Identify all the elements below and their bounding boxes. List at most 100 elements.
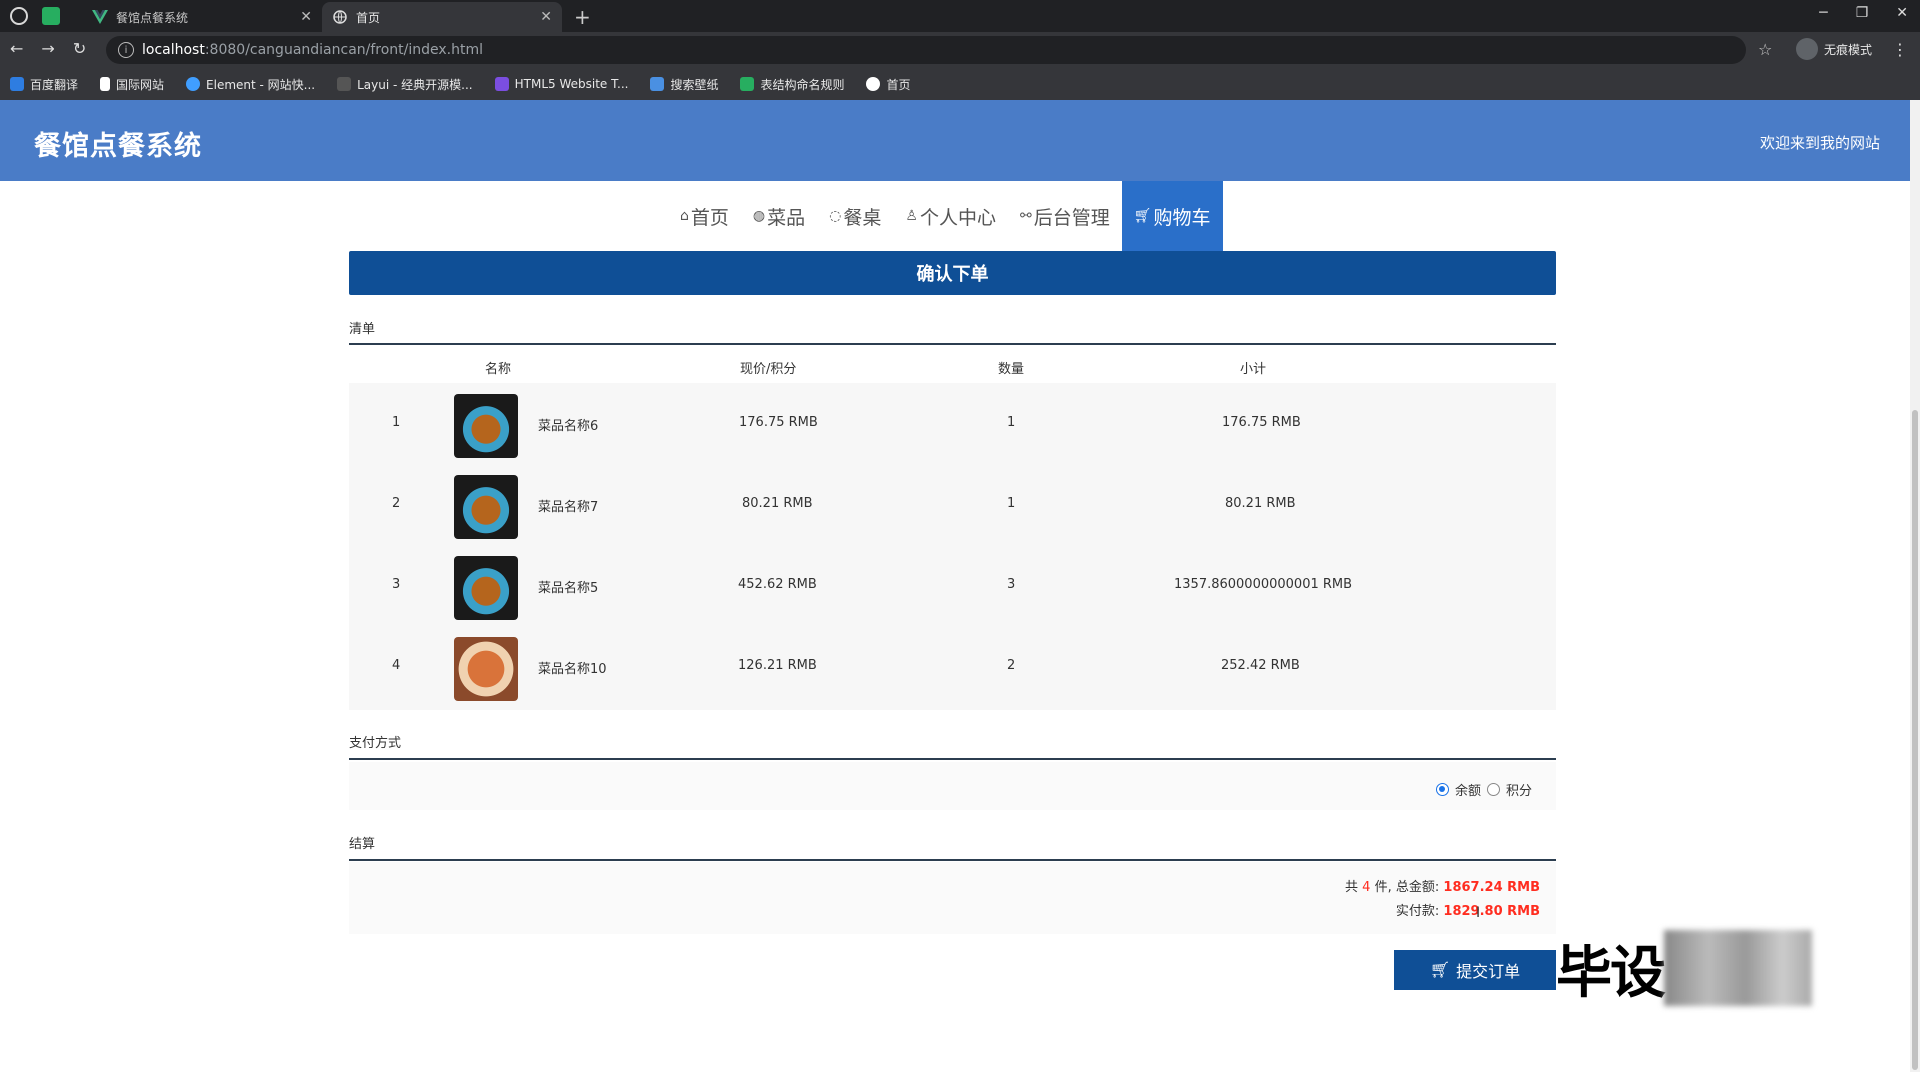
nav-item-tables[interactable]: ◌ 餐桌: [817, 181, 893, 251]
close-window-icon[interactable]: ✕: [1896, 5, 1908, 21]
browser-tab[interactable]: 餐馆点餐系统 ✕: [82, 2, 322, 32]
user-icon: ♙: [905, 208, 918, 224]
restore-icon[interactable]: ❐: [1856, 5, 1869, 21]
text-cursor-icon: I: [1476, 905, 1481, 921]
bookmark-item[interactable]: Element - 网站快...: [186, 76, 315, 93]
nav-item-dishes[interactable]: ◍ 菜品: [741, 181, 817, 251]
nav-label: 首页: [690, 206, 729, 229]
browser-tab-title: 首页: [356, 10, 381, 25]
dish-qty: 3: [1007, 577, 1016, 592]
globe-icon[interactable]: [10, 7, 28, 25]
nav-buttons: ← → ↻: [10, 39, 86, 58]
payment-radio-balance[interactable]: [1435, 783, 1449, 796]
paid-amount: 1829.80 RMB: [1443, 904, 1540, 919]
cart-icon: 🛒︎: [1429, 962, 1451, 979]
browser-menu-icon[interactable]: ⋮: [1892, 40, 1908, 59]
main-nav: ⌂ 首页 ◍ 菜品 ◌ 餐桌 ♙ 个人中心 ⚯ 后台管理 🛒︎ 购物车: [668, 181, 1223, 251]
nav-label: 个人中心: [919, 206, 996, 229]
browser-tab-title: 餐馆点餐系统: [116, 10, 189, 25]
table-icon: ◌: [829, 208, 842, 224]
incognito-indicator[interactable]: 无痕模式: [1796, 38, 1872, 60]
element-icon: [186, 77, 201, 91]
bookmark-item[interactable]: HTML5 Website T...: [494, 77, 629, 91]
link-icon: ⚯: [1019, 208, 1032, 224]
count-unit: 件,: [1374, 880, 1392, 895]
dish-qty: 1: [1007, 415, 1016, 430]
sheet-icon: [740, 77, 755, 91]
bookmark-item[interactable]: 搜索壁纸: [650, 76, 718, 93]
row-index: 3: [392, 577, 401, 592]
welcome-text: 欢迎来到我的网站: [1759, 134, 1880, 152]
bookmark-item[interactable]: 百度翻译: [10, 76, 78, 93]
dish-thumbnail: [454, 394, 518, 458]
order-table: 1 菜品名称6 176.75 RMB 1 176.75 RMB 2 菜品名称7 …: [349, 383, 1556, 710]
nav-item-profile[interactable]: ♙ 个人中心: [893, 181, 1008, 251]
confirm-order-title: 确认下单: [349, 251, 1556, 295]
watermark: 毕设: [1556, 930, 1816, 1006]
bookmark-label: 百度翻译: [30, 77, 79, 92]
dish-price: 176.75 RMB: [739, 415, 818, 430]
bookmark-star-icon[interactable]: ☆: [1758, 40, 1772, 59]
bookmark-label: 搜索壁纸: [670, 77, 719, 92]
dish-qty: 2: [1007, 658, 1016, 673]
table-row: 1 菜品名称6 176.75 RMB 1 176.75 RMB: [349, 383, 1556, 464]
column-header: 名称: [485, 362, 512, 377]
payment-radio-points[interactable]: [1486, 783, 1500, 796]
globe-icon: [332, 9, 348, 25]
submit-label: 提交订单: [1456, 964, 1521, 981]
scrollbar-thumb[interactable]: [1912, 410, 1918, 1070]
bookmark-label: HTML5 Website T...: [514, 77, 629, 91]
nav-item-home[interactable]: ⌂ 首页: [668, 181, 741, 251]
dish-name: 菜品名称6: [538, 419, 599, 434]
payment-radio-group: 余额 积分: [1435, 780, 1532, 799]
close-icon[interactable]: ✕: [540, 9, 552, 25]
dish-price: 80.21 RMB: [742, 496, 813, 511]
dish-qty: 1: [1007, 496, 1016, 511]
browser-tab-active[interactable]: 首页 ✕: [322, 2, 562, 32]
browser-chrome: 餐馆点餐系统 ✕ 首页 ✕ + ─ ❐ ✕ ← → ↻ i localhost:…: [0, 0, 1920, 100]
page-scrollbar[interactable]: [1910, 100, 1920, 1072]
table-row: 4 菜品名称10 126.21 RMB 2 252.42 RMB: [349, 626, 1556, 707]
translate-icon: [10, 77, 24, 91]
bookmark-label: 国际网站: [116, 77, 165, 92]
dish-subtotal: 1357.8600000000001 RMB: [1174, 577, 1353, 592]
site-title: 餐馆点餐系统: [34, 131, 202, 162]
layui-icon: [337, 77, 352, 91]
nav-label: 餐桌: [843, 206, 882, 229]
table-row: 3 菜品名称5 452.62 RMB 3 1357.8600000000001 …: [349, 545, 1556, 626]
dish-name: 菜品名称10: [538, 662, 607, 677]
new-tab-icon[interactable]: +: [574, 5, 591, 29]
forward-icon[interactable]: →: [41, 39, 54, 58]
submit-order-button[interactable]: 🛒︎ 提交订单: [1394, 950, 1556, 990]
blurred-region: [1664, 930, 1812, 1006]
section-divider: [349, 343, 1556, 345]
close-icon[interactable]: ✕: [300, 9, 312, 25]
html5-icon: [494, 77, 509, 91]
row-index: 2: [392, 496, 401, 511]
sheet-icon[interactable]: [42, 7, 60, 25]
bookmark-label: Layui - 经典开源模...: [357, 77, 473, 92]
nav-item-admin[interactable]: ⚯ 后台管理: [1008, 181, 1122, 251]
reload-icon[interactable]: ↻: [73, 39, 86, 58]
table-header: 名称 现价/积分 数量 小计: [349, 349, 1556, 383]
bookmark-label: Element - 网站快...: [206, 77, 316, 92]
url-input[interactable]: i localhost:8080/canguandiancan/front/in…: [106, 36, 1746, 64]
bookmark-item[interactable]: Layui - 经典开源模...: [337, 76, 473, 93]
paid-line: 实付款: 1829.80 RMB: [1396, 900, 1540, 919]
minimize-icon[interactable]: ─: [1819, 5, 1827, 21]
dish-thumbnail: [454, 556, 518, 620]
dish-subtotal: 176.75 RMB: [1222, 415, 1301, 430]
bookmark-item[interactable]: 国际网站: [100, 76, 164, 93]
nav-item-cart[interactable]: 🛒︎ 购物车: [1121, 181, 1223, 251]
info-icon[interactable]: i: [118, 42, 134, 58]
dish-subtotal: 252.42 RMB: [1221, 658, 1300, 673]
nav-label: 购物车: [1153, 206, 1211, 229]
bookmark-item[interactable]: 表结构命名规则: [740, 76, 844, 93]
cart-icon: 🛒︎: [1133, 208, 1152, 224]
row-index: 1: [392, 415, 401, 430]
payment-options: 余额 积分: [349, 762, 1556, 810]
bookmark-item[interactable]: 首页: [866, 76, 911, 93]
tab-strip: 餐馆点餐系统 ✕ 首页 ✕ + ─ ❐ ✕: [0, 0, 1920, 32]
back-icon[interactable]: ←: [10, 39, 23, 58]
column-header: 小计: [1240, 362, 1267, 377]
